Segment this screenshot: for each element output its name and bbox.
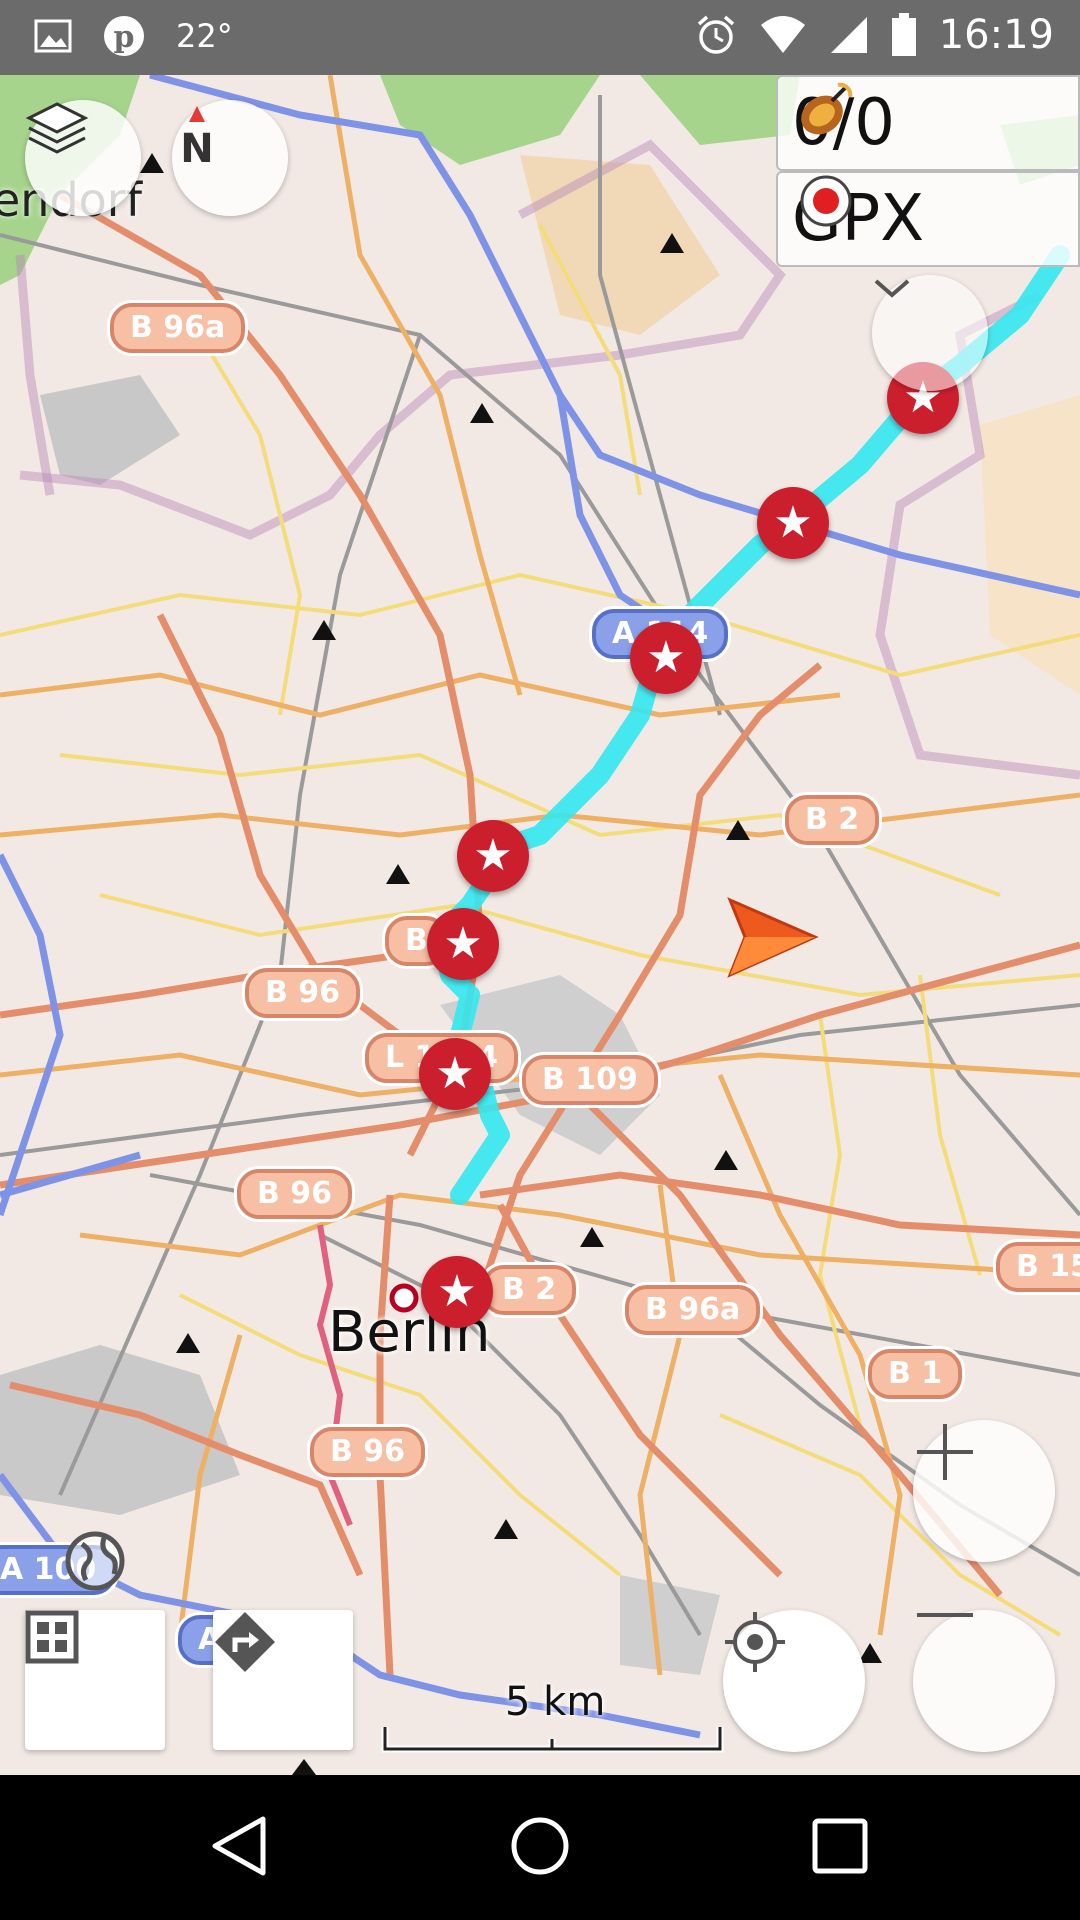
road-label-b96a-center: B 96a <box>625 1285 761 1335</box>
clock-text: 16:19 <box>938 12 1054 58</box>
road-label-b109: B 109 <box>522 1055 658 1105</box>
globe-icon <box>65 1531 125 1591</box>
layers-icon <box>25 102 89 154</box>
favorite-marker[interactable]: ★ <box>419 1038 491 1110</box>
road-label-b96-bottom: B 96 <box>310 1427 426 1477</box>
temperature-text: 22° <box>176 17 233 55</box>
satellite-dish-icon <box>801 82 853 135</box>
alarm-icon <box>697 15 734 54</box>
crosshair-icon <box>725 1612 785 1672</box>
favorite-marker[interactable]: ★ <box>457 820 529 892</box>
favorite-marker[interactable]: ★ <box>757 487 829 559</box>
road-label-b158: B 158 <box>996 1242 1080 1292</box>
favorite-marker[interactable]: ★ <box>427 908 499 980</box>
chevron-down-icon <box>874 279 910 298</box>
recents-icon[interactable] <box>805 1811 875 1881</box>
main-menu-button[interactable] <box>25 1610 165 1750</box>
my-location-arrow <box>727 897 819 978</box>
my-location-button[interactable] <box>723 1610 865 1752</box>
directions-button[interactable] <box>213 1610 353 1750</box>
back-icon[interactable] <box>205 1811 275 1881</box>
scale-bar <box>381 1727 724 1753</box>
road-label-b2: B 2 <box>785 795 880 845</box>
road-label-b96-lower: B 96 <box>237 1169 353 1219</box>
layers-button[interactable] <box>25 100 141 216</box>
navigation-bar <box>0 1775 1080 1920</box>
grid-icon <box>25 1610 79 1664</box>
road-label-b96: B 96 <box>245 968 361 1018</box>
expand-widgets-button[interactable] <box>872 275 988 391</box>
record-icon <box>800 175 852 227</box>
wifi-icon <box>760 16 805 53</box>
compass-icon: N <box>180 106 214 170</box>
pinterest-icon: p <box>104 16 144 56</box>
favorite-marker[interactable]: ★ <box>630 622 702 694</box>
directions-icon <box>215 1612 275 1672</box>
map-view[interactable]: B 96a A 114 B 2 B 96 B L 1114 B 109 B 96… <box>0 75 1080 1775</box>
zoom-out-button[interactable] <box>913 1610 1055 1752</box>
battery-icon <box>891 13 916 56</box>
road-label-b96a: B 96a <box>110 303 246 353</box>
favorite-marker[interactable]: ★ <box>421 1256 493 1328</box>
status-bar: p 22° 16:19 <box>0 0 1080 75</box>
gallery-icon <box>34 19 72 53</box>
scale-label: 5 km <box>505 1679 606 1725</box>
home-icon[interactable] <box>505 1811 575 1881</box>
road-label-b1: B 1 <box>868 1349 963 1399</box>
compass-button[interactable]: N <box>172 100 288 216</box>
compass-label: N <box>180 126 213 170</box>
svg-text:p: p <box>114 20 135 55</box>
plus-icon <box>917 1424 973 1480</box>
minus-icon <box>917 1613 973 1617</box>
zoom-in-button[interactable] <box>913 1420 1055 1562</box>
satellite-widget[interactable]: 0/0 <box>776 75 1080 171</box>
road-label-b2-center: B 2 <box>482 1265 577 1315</box>
gpx-widget[interactable]: GPX <box>776 171 1080 267</box>
signal-icon <box>830 17 867 53</box>
